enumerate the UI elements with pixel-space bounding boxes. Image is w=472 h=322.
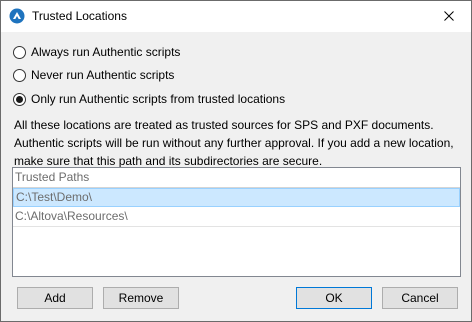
title-bar: Trusted Locations	[1, 1, 471, 32]
radio-always-run[interactable]: Always run Authentic scripts	[13, 44, 180, 60]
radio-trusted-only[interactable]: Only run Authentic scripts from trusted …	[13, 91, 285, 107]
list-item[interactable]: C:\Altova\Resources\	[13, 207, 460, 227]
trusted-locations-dialog: Trusted Locations Always run Authentic s…	[0, 0, 472, 322]
close-icon	[444, 10, 454, 24]
list-column-header: Trusted Paths	[13, 168, 460, 188]
radio-label: Always run Authentic scripts	[31, 45, 181, 59]
window-title: Trusted Locations	[32, 9, 127, 23]
radio-button[interactable]	[13, 68, 26, 82]
description-line: All these locations are treated as trust…	[14, 118, 434, 132]
close-button[interactable]	[427, 1, 471, 32]
description-line: Authentic scripts will be run without an…	[14, 136, 454, 150]
remove-button[interactable]: Remove	[103, 287, 179, 309]
cancel-button[interactable]: Cancel	[382, 287, 458, 309]
add-button[interactable]: Add	[17, 287, 93, 309]
altova-app-icon	[9, 8, 25, 24]
radio-button[interactable]	[13, 45, 26, 59]
trusted-paths-list[interactable]: Trusted Paths C:\Test\Demo\ C:\Altova\Re…	[12, 167, 461, 277]
radio-never-run[interactable]: Never run Authentic scripts	[13, 67, 174, 83]
ok-button[interactable]: OK	[296, 287, 372, 309]
radio-button-selected[interactable]	[13, 92, 26, 106]
list-item[interactable]: C:\Test\Demo\	[13, 188, 460, 207]
radio-label: Only run Authentic scripts from trusted …	[31, 92, 286, 106]
description-text: All these locations are treated as trust…	[14, 116, 464, 170]
radio-label: Never run Authentic scripts	[31, 68, 175, 82]
